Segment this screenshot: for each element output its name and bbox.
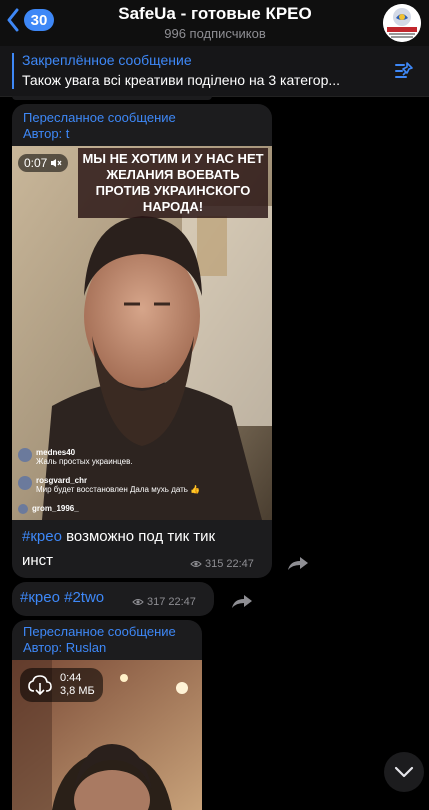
message-time: 22:47 [226,558,254,570]
overlay-comment: grom_1996_ [18,504,79,514]
message-time: 22:47 [168,596,196,608]
message-meta: 317 22:47 [132,596,196,608]
pinned-title: Закреплённое сообщение [22,52,192,68]
share-icon[interactable] [230,592,254,610]
view-count: 315 [205,558,224,570]
message-text: #крео возможно под тик тик [22,528,215,545]
hashtag-link[interactable]: #2two [64,589,104,606]
cloud-download-icon [28,675,52,696]
video-time: 0:07 [24,156,48,170]
overlay-comment: rosgvard_chr Мир будет восстановлен Дала … [18,476,200,494]
video-duration-pill: 0:07 [18,154,69,172]
video-player[interactable]: 0:07 МЫ НЕ ХОТИМ И У НАС НЕТ ЖЕЛАНИЯ ВОЕ… [12,146,272,520]
message-text-line2: инст [22,552,54,569]
message-text-body: возможно под тик тик [61,528,216,545]
video-duration: 0:44 [60,672,82,684]
view-count: 317 [147,596,166,608]
views-eye-icon [190,561,202,567]
commenter-avatar [18,476,32,490]
channel-title-area[interactable]: SafeUa - готовые КРЕО 996 подписчиков [90,4,340,41]
message-bubble[interactable]: Пересланное сообщение Автор: t 0:07 МЫ Н… [12,104,272,578]
download-pill[interactable]: 0:44 3,8 МБ [20,668,103,702]
forward-author[interactable]: Автор: Ruslan [23,640,106,655]
pinned-message-bar[interactable]: Закреплённое сообщение Також увага всі к… [0,46,429,97]
comment-user: grom_1996_ [32,504,79,513]
message-meta: 315 22:47 [190,558,254,570]
hashtag-link[interactable]: #крео [22,528,62,545]
pin-list-icon[interactable] [393,60,415,82]
chat-header: 30 SafeUa - готовые КРЕО 996 подписчиков [0,0,429,46]
scroll-to-bottom-button[interactable] [384,752,424,792]
video-player[interactable]: 0:44 3,8 МБ [12,660,202,810]
comment-user: mednes40 [36,448,76,457]
channel-title: SafeUa - готовые КРЕО [118,4,312,23]
chevron-left-icon [7,8,19,32]
commenter-avatar [18,504,28,514]
message-text: #крео #2two [20,589,104,606]
comment-text: Жаль простых украинцев. [36,457,133,466]
previous-message-edge [12,96,212,100]
hashtag-link[interactable]: #крео [20,589,60,606]
message-bubble[interactable]: Пересланное сообщение Автор: Ruslan 0:44… [12,620,202,810]
unread-badge: 30 [24,9,54,31]
video-size: 3,8 МБ [60,685,95,697]
video-caption-overlay: МЫ НЕ ХОТИМ И У НАС НЕТ ЖЕЛАНИЯ ВОЕВАТЬ … [78,148,268,218]
forward-author[interactable]: Автор: t [23,126,69,141]
channel-logo-icon [383,4,421,42]
forwarded-label: Пересланное сообщение [23,110,176,125]
pinned-indicator [12,53,14,89]
overlay-comment: mednes40 Жаль простых украинцев. [18,448,133,466]
forwarded-label: Пересланное сообщение [23,624,176,639]
message-bubble[interactable]: #крео #2two 317 22:47 [12,582,214,616]
subscriber-count: 996 подписчиков [164,26,266,41]
channel-avatar[interactable] [383,4,421,42]
comment-user: rosgvard_chr [36,476,88,485]
views-eye-icon [132,599,144,605]
back-button[interactable]: 30 [6,8,54,32]
share-icon[interactable] [286,554,310,572]
chevron-down-icon [394,766,414,778]
comment-text: Мир будет восстановлен Дала мухь дать 👍 [36,485,201,494]
muted-speaker-icon [51,159,62,167]
commenter-avatar [18,448,32,462]
pinned-text: Також увага всі креативи поділено на 3 к… [22,72,341,88]
